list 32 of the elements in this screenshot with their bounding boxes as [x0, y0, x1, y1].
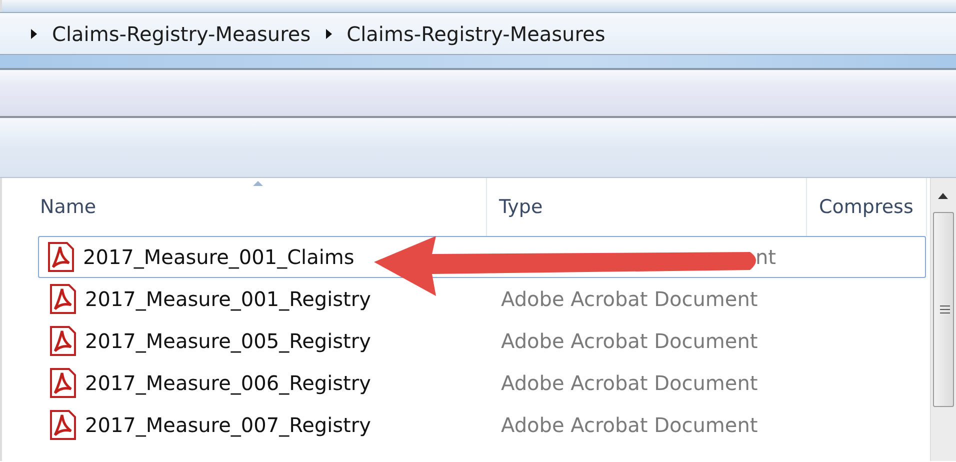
chevron-icon[interactable] — [324, 28, 333, 40]
column-header[interactable]: Compress — [807, 178, 927, 236]
breadcrumb-item[interactable]: Claims-Registry-Measures — [346, 18, 606, 48]
pdf-file-icon — [47, 367, 79, 399]
pdf-file-icon — [47, 409, 79, 441]
file-type: Adobe Acrobat Document — [501, 370, 758, 397]
file-name: 2017_Measure_001_Claims — [83, 244, 354, 271]
file-row[interactable]: 2017_Measure_005_Registry Adobe Acrobat Document — [40, 320, 926, 362]
file-type: Adobe Acrobat Document — [501, 412, 758, 439]
file-row[interactable]: 2017_Measure_007_Registry Adobe Acrobat Document — [40, 404, 926, 446]
file-row[interactable]: 2017_Measure_001_Claims nt — [38, 236, 926, 278]
vertical-scrollbar[interactable] — [930, 178, 956, 461]
column-header[interactable]: Type — [487, 178, 807, 236]
file-name: 2017_Measure_005_Registry — [85, 328, 371, 355]
pdf-file-icon — [45, 241, 77, 273]
file-name: 2017_Measure_006_Registry — [85, 370, 371, 397]
sort-arrow-icon — [252, 180, 264, 187]
pdf-file-icon — [47, 283, 79, 315]
file-row[interactable]: 2017_Measure_001_Registry Adobe Acrobat Document — [40, 278, 926, 320]
grip-icon — [940, 305, 950, 314]
chevron-icon[interactable] — [30, 28, 38, 40]
breadcrumb-item[interactable]: Claims-Registry-Measures — [52, 18, 311, 48]
file-type: Adobe Acrobat Document — [501, 328, 758, 355]
file-row[interactable]: 2017_Measure_006_Registry Adobe Acrobat Document — [40, 362, 926, 404]
file-name: 2017_Measure_007_Registry — [85, 412, 371, 439]
column-header[interactable]: Name — [2, 178, 487, 236]
scroll-up-icon[interactable] — [937, 192, 949, 200]
pdf-file-icon — [47, 325, 79, 357]
scrollbar-thumb[interactable] — [933, 212, 954, 407]
file-type: Adobe Acrobat Document — [501, 286, 758, 313]
file-name: 2017_Measure_001_Registry — [85, 286, 371, 313]
file-type: nt — [754, 244, 776, 271]
